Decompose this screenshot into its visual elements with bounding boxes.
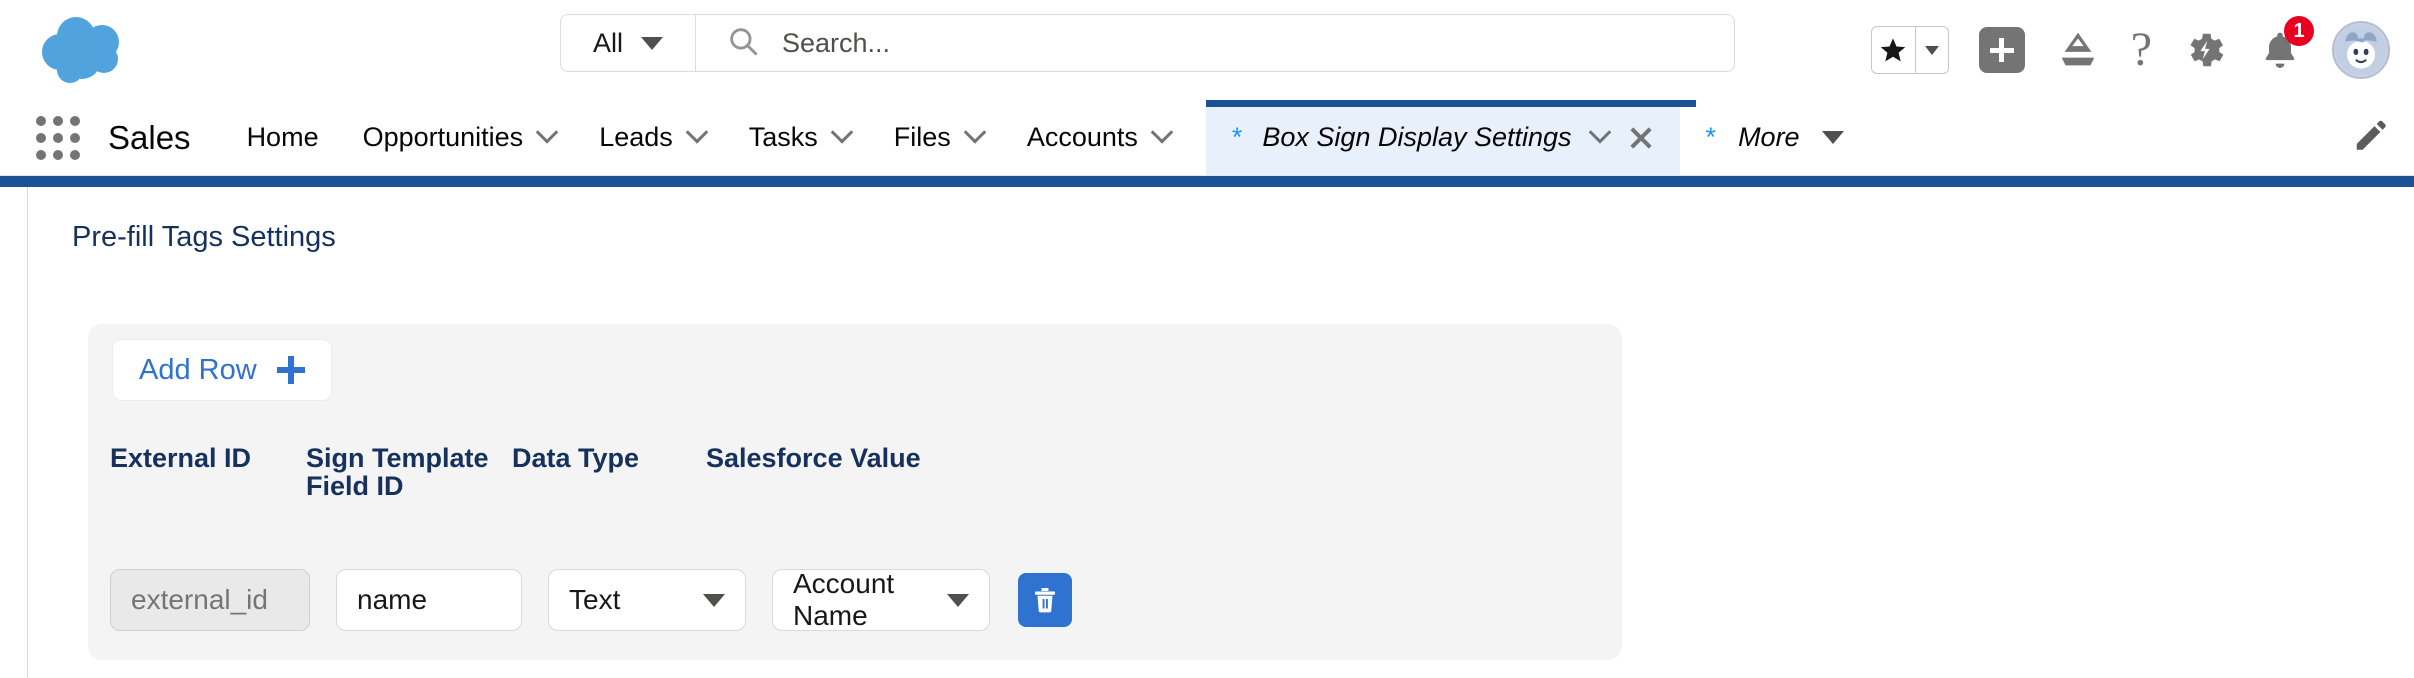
column-header-data-type: Data Type — [512, 444, 706, 501]
nav-item-label: Files — [894, 122, 951, 153]
salesforce-value-select[interactable]: Account Name — [772, 569, 990, 631]
app-navigation-bar: Sales Home Opportunities Leads Tasks Fil… — [0, 100, 2414, 176]
nav-item-accounts[interactable]: Accounts — [1005, 100, 1192, 175]
add-row-label: Add Row — [139, 354, 257, 387]
delete-row-button[interactable] — [1018, 573, 1072, 627]
page-title: Pre-fill Tags Settings — [28, 187, 2414, 254]
sign-template-field-id-input[interactable] — [336, 569, 522, 631]
nav-item-list: Home Opportunities Leads Tasks Files Acc… — [225, 100, 1192, 175]
nav-item-label: Accounts — [1027, 122, 1138, 153]
main-content-area: Pre-fill Tags Settings Add Row External … — [0, 187, 2414, 678]
unsaved-marker: * — [1706, 122, 1717, 153]
app-name[interactable]: Sales — [88, 100, 225, 175]
favorites-chevron-down-icon[interactable] — [1916, 27, 1948, 73]
search-input[interactable]: Search... — [782, 28, 890, 59]
notifications-button[interactable]: 1 — [2258, 28, 2302, 72]
content-body: Pre-fill Tags Settings Add Row External … — [28, 187, 2414, 678]
cell-data-type: Text — [548, 569, 746, 631]
add-row-button[interactable]: Add Row — [112, 339, 332, 401]
search-icon — [726, 24, 760, 63]
nav-item-label: Home — [247, 122, 319, 153]
plus-icon — [277, 356, 305, 384]
nav-item-tasks[interactable]: Tasks — [727, 100, 872, 175]
triangle-down-icon — [947, 594, 969, 607]
add-button[interactable] — [1979, 27, 2025, 73]
pre-fill-tags-card: Add Row External ID Sign Template Field … — [88, 324, 1622, 660]
nav-item-leads[interactable]: Leads — [577, 100, 727, 175]
external-id-input[interactable] — [110, 569, 310, 631]
trash-icon — [1030, 585, 1060, 615]
nav-item-files[interactable]: Files — [872, 100, 1005, 175]
nav-more-label: More — [1738, 122, 1800, 153]
nav-tab-more[interactable]: * More — [1680, 100, 1870, 175]
nav-item-label: Opportunities — [363, 122, 524, 153]
cell-sign-template-field-id — [336, 569, 522, 631]
chevron-down-icon — [685, 121, 708, 144]
help-icon[interactable]: ? — [2131, 26, 2152, 74]
cell-salesforce-value: Account Name — [772, 569, 990, 631]
data-type-value: Text — [569, 584, 620, 616]
active-tab-underline — [0, 176, 2414, 187]
data-type-select[interactable]: Text — [548, 569, 746, 631]
plus-icon — [1979, 27, 2025, 73]
chevron-down-icon — [536, 121, 559, 144]
favorites-group[interactable] — [1871, 26, 1949, 74]
unsaved-marker: * — [1232, 122, 1243, 153]
trailhead-icon[interactable] — [2055, 27, 2101, 73]
nav-tab-box-sign-display-settings[interactable]: * Box Sign Display Settings — [1206, 100, 1680, 175]
avatar[interactable] — [2332, 21, 2390, 79]
app-launcher-grid-icon[interactable] — [28, 100, 88, 175]
search-input-container[interactable]: Search... — [696, 15, 1734, 71]
table-row: Text Account Name — [110, 569, 1072, 631]
global-search-bar[interactable]: All Search... — [560, 14, 1735, 72]
search-scope-label: All — [593, 28, 623, 59]
column-header-sign-template-field-id: Sign Template Field ID — [306, 444, 512, 501]
column-header-salesforce-value: Salesforce Value — [706, 444, 1006, 501]
chevron-down-icon[interactable] — [1588, 121, 1611, 144]
nav-item-label: Tasks — [749, 122, 818, 153]
left-rail-divider — [0, 187, 28, 678]
global-header: All Search... — [0, 0, 2414, 100]
triangle-down-icon — [1822, 131, 1844, 144]
close-icon[interactable] — [1628, 125, 1654, 151]
search-scope-select[interactable]: All — [561, 15, 696, 71]
star-icon[interactable] — [1872, 27, 1916, 73]
gear-icon[interactable] — [2182, 27, 2228, 73]
chevron-down-icon — [641, 37, 663, 50]
nav-tab-label: Box Sign Display Settings — [1262, 122, 1571, 153]
salesforce-value-value: Account Name — [793, 568, 947, 632]
table-header-row: External ID Sign Template Field ID Data … — [110, 444, 1006, 501]
triangle-down-icon — [703, 594, 725, 607]
pencil-edit-icon[interactable] — [2352, 116, 2390, 159]
chevron-down-icon — [1151, 121, 1174, 144]
nav-item-home[interactable]: Home — [225, 100, 341, 175]
chevron-down-icon — [830, 121, 853, 144]
notification-badge: 1 — [2284, 16, 2314, 46]
column-header-external-id: External ID — [110, 444, 306, 501]
nav-item-label: Leads — [599, 122, 673, 153]
header-icon-group: ? 1 — [1871, 8, 2390, 92]
nav-item-opportunities[interactable]: Opportunities — [341, 100, 578, 175]
cell-external-id — [110, 569, 310, 631]
chevron-down-icon — [963, 121, 986, 144]
salesforce-cloud-logo[interactable] — [30, 14, 150, 86]
